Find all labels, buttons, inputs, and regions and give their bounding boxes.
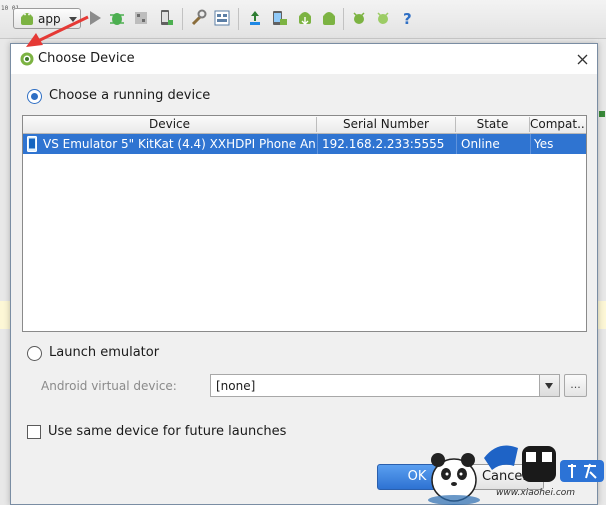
dialog-titlebar[interactable]: Choose Device (11, 44, 597, 74)
launch-emulator-radio[interactable] (27, 346, 42, 361)
editor-marker (599, 111, 605, 117)
close-button[interactable] (571, 49, 593, 69)
chevron-down-icon[interactable] (539, 375, 559, 396)
same-device-label: Use same device for future launches (48, 424, 287, 439)
device-monitor-icon[interactable] (157, 9, 175, 27)
avd-browse-button[interactable]: ... (564, 374, 587, 397)
avd-label: Android virtual device: (41, 379, 177, 393)
cell-state: Online (461, 137, 500, 151)
column-divider (317, 134, 318, 154)
settings-wrench-icon[interactable] (190, 9, 208, 27)
watermark-url: www.xiaohei.com (496, 488, 576, 498)
running-device-radio[interactable] (27, 89, 42, 104)
annotation-arrow-icon (26, 15, 89, 47)
column-header-compat[interactable]: Compat... (530, 117, 586, 132)
toolbar-separator (182, 8, 183, 30)
bug-report-icon[interactable] (374, 9, 392, 27)
cell-device: VS Emulator 5" KitKat (4.4) XXHDPI Phone… (43, 137, 315, 151)
dialog-title: Choose Device (38, 51, 135, 66)
launch-emulator-label: Launch emulator (49, 345, 160, 360)
column-divider (530, 134, 531, 154)
attach-debugger-icon[interactable] (133, 9, 151, 27)
sdk-manager-icon[interactable] (296, 9, 314, 27)
editor-background-left (0, 39, 10, 505)
cell-serial: 192.168.2.233:5555 (322, 137, 445, 151)
editor-highlight-line (598, 301, 606, 329)
running-device-label: Choose a running device (49, 88, 211, 103)
project-structure-icon[interactable] (213, 9, 231, 27)
avd-manager-icon[interactable] (270, 9, 288, 27)
avd-select[interactable]: [none] (210, 374, 560, 397)
toolbar-separator (238, 8, 239, 30)
help-icon[interactable]: ? (399, 9, 417, 27)
column-header-serial[interactable]: Serial Number (317, 117, 456, 132)
same-device-checkbox[interactable] (27, 425, 41, 439)
sync-gradle-icon[interactable] (246, 9, 264, 27)
android-monitor-icon[interactable] (320, 9, 338, 27)
avd-select-value: [none] (216, 379, 256, 393)
close-icon (577, 54, 588, 65)
svg-text:?: ? (403, 10, 412, 27)
table-row[interactable]: VS Emulator 5" KitKat (4.4) XXHDPI Phone… (23, 134, 586, 154)
toolbar-separator (343, 8, 344, 30)
column-divider (456, 134, 457, 154)
cell-compat: Yes (534, 137, 554, 151)
bug-report-icon[interactable] (350, 9, 368, 27)
column-header-state[interactable]: State (456, 117, 530, 132)
editor-highlight-line (0, 301, 10, 329)
android-studio-icon (20, 52, 34, 66)
debug-icon[interactable] (108, 9, 126, 27)
device-table: Device Serial Number State Compat... VS … (22, 115, 587, 332)
phone-icon (27, 136, 37, 152)
table-header: Device Serial Number State Compat... (23, 116, 586, 134)
column-header-device[interactable]: Device (23, 117, 317, 132)
